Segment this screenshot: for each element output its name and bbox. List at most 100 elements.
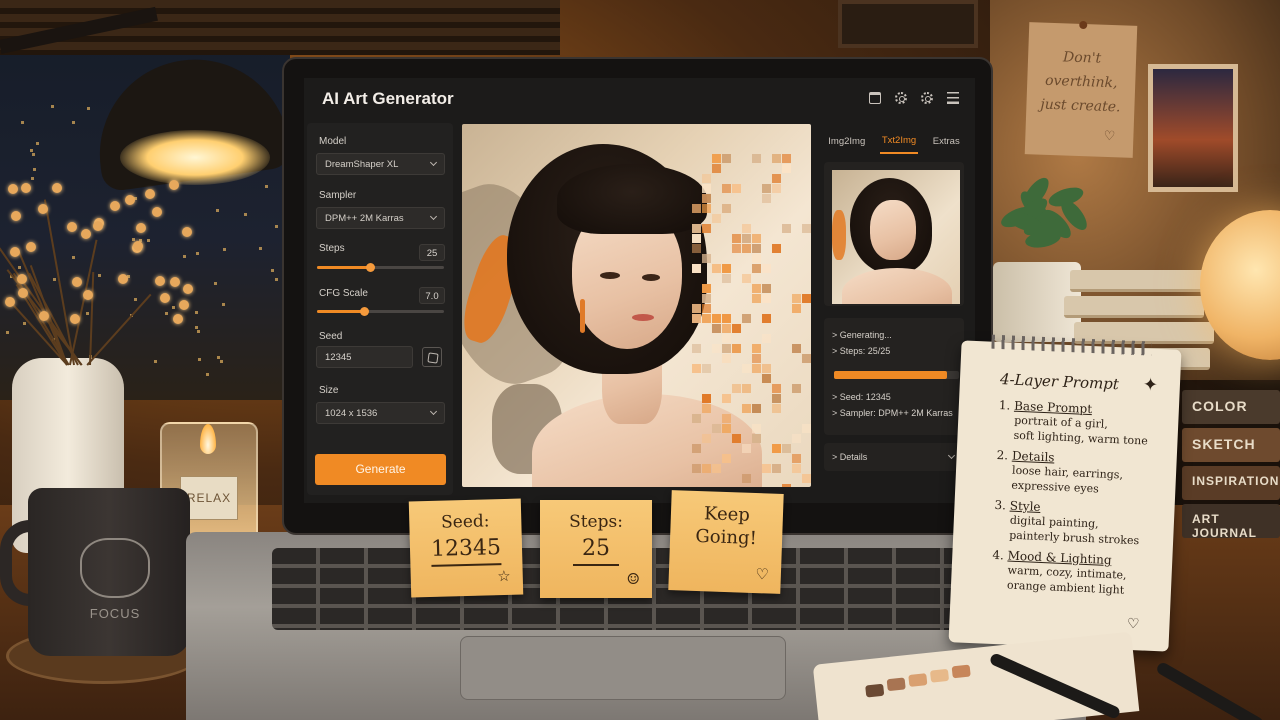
lips bbox=[632, 314, 654, 321]
face bbox=[870, 200, 916, 260]
steps-slider-thumb[interactable] bbox=[366, 263, 376, 272]
chevron-down-icon bbox=[429, 212, 438, 221]
flower-blossom bbox=[9, 247, 20, 258]
pixel-block bbox=[722, 154, 731, 163]
preview-thumbnail-box bbox=[824, 162, 964, 306]
generated-image[interactable] bbox=[462, 124, 811, 487]
pixel-block bbox=[722, 264, 731, 273]
city-light bbox=[265, 185, 268, 188]
model-label: Model bbox=[319, 136, 347, 147]
pixel-block bbox=[702, 224, 711, 233]
flower-blossom bbox=[25, 241, 36, 252]
flower-blossom bbox=[136, 222, 147, 233]
sampler-value: DPM++ 2M Karras bbox=[325, 213, 404, 224]
generate-button[interactable]: Generate bbox=[315, 454, 446, 485]
mug-text: FOCUS bbox=[89, 606, 141, 621]
flower-blossom bbox=[159, 292, 170, 303]
pixel-block bbox=[792, 434, 801, 443]
cat-icon bbox=[80, 538, 150, 598]
city-light bbox=[214, 282, 217, 285]
pixel-block bbox=[732, 234, 741, 243]
pixel-block bbox=[762, 334, 771, 343]
details-accordion[interactable]: > Details bbox=[824, 443, 964, 471]
pixel-block bbox=[782, 224, 791, 233]
dice-icon[interactable] bbox=[422, 347, 442, 367]
sticky-keep-line-1: Keep bbox=[703, 503, 751, 526]
cfg-input[interactable]: 7.0 bbox=[419, 287, 445, 304]
pixel-block bbox=[772, 154, 781, 163]
sampler-label: Sampler bbox=[319, 190, 357, 201]
sticky-seed-value: 12345 bbox=[430, 535, 502, 562]
laptop-trackpad[interactable] bbox=[460, 636, 786, 700]
earring bbox=[580, 299, 585, 333]
pixel-block bbox=[692, 304, 701, 313]
sparkle-icon: ✦ bbox=[1142, 374, 1159, 396]
pixel-block bbox=[712, 154, 721, 163]
pixel-block bbox=[792, 344, 801, 353]
flower-blossom bbox=[69, 314, 80, 325]
preview-thumbnail[interactable] bbox=[832, 170, 960, 304]
gear-icon[interactable] bbox=[895, 92, 907, 104]
pixel-block bbox=[732, 434, 741, 443]
notepad-title: 4-Layer Prompt bbox=[999, 370, 1120, 394]
cfg-slider-thumb[interactable] bbox=[359, 307, 369, 316]
generation-log: > Generating... > Steps: 25/25 > Seed: 1… bbox=[824, 318, 964, 435]
settings-icon[interactable] bbox=[921, 92, 933, 104]
progress-bar bbox=[834, 371, 959, 379]
pixel-block bbox=[692, 314, 701, 323]
pixel-block bbox=[722, 314, 731, 323]
city-light bbox=[275, 278, 278, 281]
tab-extras[interactable]: Extras bbox=[931, 130, 962, 153]
pixel-block bbox=[762, 374, 771, 383]
underline bbox=[431, 563, 502, 567]
pixel-block bbox=[722, 184, 731, 193]
wall-frame bbox=[838, 0, 978, 48]
cfg-slider[interactable] bbox=[317, 307, 444, 316]
size-label: Size bbox=[319, 385, 339, 396]
pixel-block bbox=[732, 184, 741, 193]
city-light bbox=[33, 168, 36, 171]
pixel-block bbox=[692, 444, 701, 453]
item-number: 2. bbox=[996, 447, 1009, 463]
model-select[interactable]: DreamShaper XL bbox=[316, 153, 445, 175]
pixel-block bbox=[712, 424, 721, 433]
menu-icon[interactable] bbox=[947, 92, 959, 104]
sampler-select[interactable]: DPM++ 2M Karras bbox=[316, 207, 445, 229]
mode-tabs: Img2Img Txt2Img Extras bbox=[820, 123, 968, 160]
city-light bbox=[259, 247, 262, 250]
pixel-block bbox=[752, 434, 761, 443]
plant-leaves bbox=[990, 173, 1100, 270]
pixel-block bbox=[762, 364, 771, 373]
cfg-label: CFG Scale bbox=[319, 288, 368, 299]
heart-icon: ♡ bbox=[755, 565, 770, 584]
tab-img2img[interactable]: Img2Img bbox=[826, 130, 867, 153]
pixel-block bbox=[722, 424, 731, 433]
pixel-block bbox=[722, 394, 731, 403]
tab-txt2img[interactable]: Txt2Img bbox=[879, 129, 919, 154]
folder-icon[interactable] bbox=[869, 92, 881, 104]
pixel-block bbox=[722, 354, 731, 363]
pixel-block bbox=[702, 314, 711, 323]
color-swatch bbox=[865, 683, 885, 698]
pixel-block bbox=[732, 384, 741, 393]
steps-slider[interactable] bbox=[317, 263, 444, 272]
city-light bbox=[21, 121, 24, 124]
flower-blossom bbox=[182, 284, 193, 295]
pixel-block bbox=[802, 294, 811, 303]
book-spine: COLOR bbox=[1182, 390, 1280, 424]
seed-input[interactable]: 12345 bbox=[316, 346, 413, 368]
pixel-block bbox=[702, 364, 711, 373]
pixel-block bbox=[762, 194, 771, 203]
pixel-block bbox=[782, 444, 791, 453]
pixel-block bbox=[702, 184, 711, 193]
flower-blossom bbox=[173, 313, 184, 324]
pixel-block bbox=[782, 484, 791, 487]
model-value: DreamShaper XL bbox=[325, 159, 399, 170]
hair-fringe bbox=[557, 164, 707, 234]
steps-input[interactable]: 25 bbox=[419, 244, 445, 261]
size-select[interactable]: 1024 x 1536 bbox=[316, 402, 445, 424]
dried-flowers bbox=[0, 175, 200, 366]
notepad-item: 3. Style digital painting, painterly bru… bbox=[993, 498, 1141, 548]
pixel-block bbox=[702, 304, 711, 313]
pixel-block bbox=[792, 464, 801, 473]
